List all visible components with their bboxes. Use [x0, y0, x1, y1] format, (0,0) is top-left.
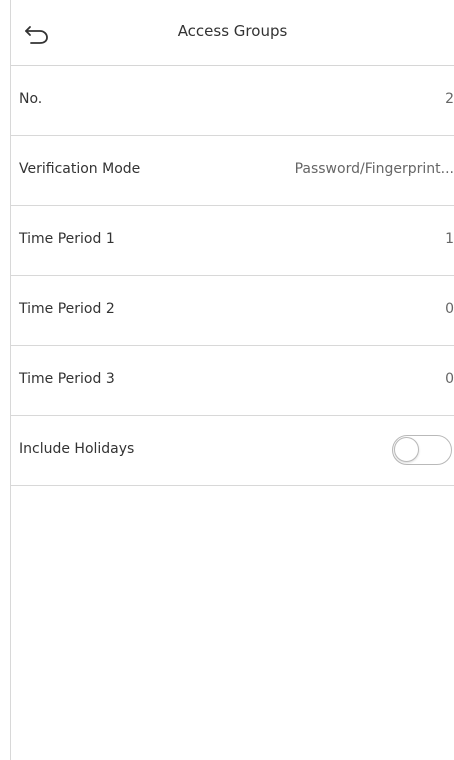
- page-title: Access Groups: [177, 22, 288, 40]
- row-time-period-3-label: Time Period 3: [19, 371, 115, 387]
- toggle-knob: [394, 437, 419, 462]
- row-no[interactable]: No. 2: [11, 66, 454, 136]
- access-groups-screen: Access Groups No. 2 Verification Mode Pa…: [10, 0, 454, 760]
- row-verification-mode[interactable]: Verification Mode Password/Fingerprint..…: [11, 136, 454, 206]
- row-time-period-1-label: Time Period 1: [19, 231, 115, 247]
- row-time-period-3[interactable]: Time Period 3 0: [11, 346, 454, 416]
- row-include-holidays: Include Holidays: [11, 416, 454, 486]
- header-bar: Access Groups: [11, 0, 454, 66]
- row-include-holidays-label: Include Holidays: [19, 441, 135, 457]
- row-no-value: 2: [445, 91, 454, 107]
- row-time-period-3-value: 0: [445, 371, 454, 387]
- row-time-period-1-value: 1: [445, 231, 454, 247]
- row-verification-mode-value: Password/Fingerprint...: [294, 161, 454, 177]
- row-no-label: No.: [19, 91, 43, 107]
- row-verification-mode-label: Verification Mode: [19, 161, 141, 177]
- row-time-period-2-label: Time Period 2: [19, 301, 115, 317]
- include-holidays-toggle[interactable]: [392, 435, 452, 465]
- row-time-period-1[interactable]: Time Period 1 1: [11, 206, 454, 276]
- row-time-period-2[interactable]: Time Period 2 0: [11, 276, 454, 346]
- row-time-period-2-value: 0: [445, 301, 454, 317]
